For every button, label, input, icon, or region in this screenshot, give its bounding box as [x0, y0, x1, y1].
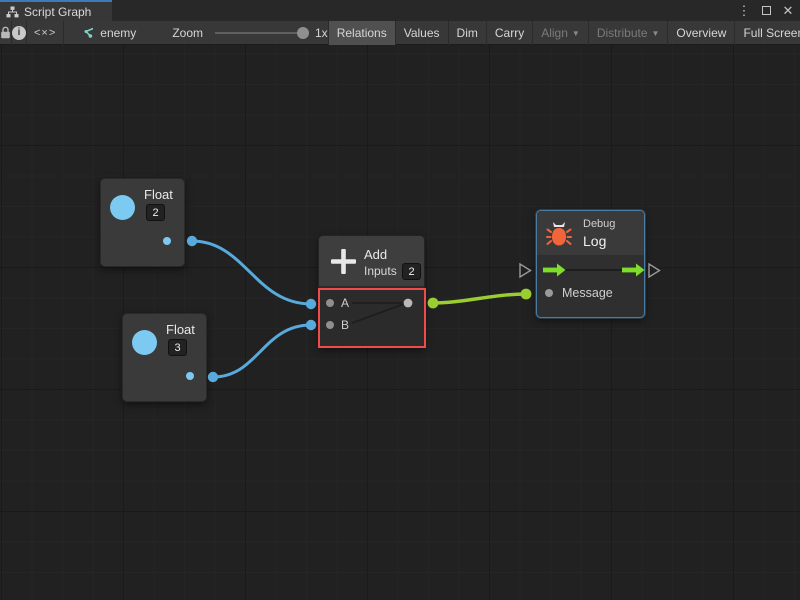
port-a-label: A: [341, 296, 349, 310]
node-title: Float: [144, 187, 173, 202]
float-value-icon: [110, 195, 135, 220]
zoom-slider[interactable]: [215, 32, 307, 34]
info-icon: i: [12, 26, 26, 40]
zoom-control: Zoom 1x: [172, 26, 327, 40]
node-title: Log: [583, 233, 606, 249]
wire-float1-to-add-a[interactable]: [192, 241, 311, 304]
full-screen-button[interactable]: Full Screen: [734, 21, 800, 45]
lock-icon: [0, 26, 11, 39]
float-value-icon: [132, 330, 157, 355]
message-port-label: Message: [562, 286, 613, 300]
chevron-down-icon: ▼: [652, 29, 660, 38]
bug-icon: [546, 220, 572, 247]
graph-canvas[interactable]: Float 2 Float 3 Add Inputs 2: [0, 45, 800, 600]
close-icon[interactable]: ✕: [780, 3, 796, 19]
distribute-label: Distribute: [597, 26, 648, 40]
lock-button[interactable]: [0, 21, 12, 45]
zoom-label: Zoom: [172, 26, 203, 40]
maximize-icon[interactable]: [758, 3, 774, 19]
tab-script-graph[interactable]: Script Graph: [0, 0, 112, 21]
chevron-down-icon: ▼: [572, 29, 580, 38]
float-node-2[interactable]: Float 3: [122, 313, 207, 402]
code-toggle-button[interactable]: <×>: [27, 21, 64, 45]
values-button[interactable]: Values: [395, 21, 448, 45]
float-value-input[interactable]: 3: [168, 339, 187, 356]
menu-dots-icon[interactable]: ⋮: [736, 3, 752, 19]
wire-endpoint: [428, 298, 439, 309]
wire-add-to-debug-message[interactable]: [433, 294, 526, 303]
wire-endpoint: [306, 299, 316, 309]
inputs-label: Inputs: [364, 264, 397, 278]
port-b-label: B: [341, 318, 349, 332]
graph-hierarchy-icon: [6, 6, 19, 18]
zoom-slider-handle[interactable]: [297, 27, 309, 39]
wire-float2-to-add-b[interactable]: [213, 325, 311, 377]
inputs-count-input[interactable]: 2: [402, 263, 421, 280]
graph-toolbar: i <×> enemy Zoom 1x Relations Values: [0, 21, 800, 45]
float-node-1[interactable]: Float 2: [100, 178, 185, 267]
carry-button[interactable]: Carry: [486, 21, 532, 45]
add-node[interactable]: Add Inputs 2: [318, 235, 425, 348]
zoom-value: 1x: [315, 26, 328, 40]
relations-button[interactable]: Relations: [328, 21, 395, 45]
distribute-button: Distribute ▼: [588, 21, 668, 45]
node-group-label: Debug: [583, 218, 615, 230]
debug-log-node[interactable]: Debug Log: [536, 210, 645, 318]
tab-bar: Script Graph ⋮ ✕: [0, 0, 800, 21]
toolbar-buttons: Relations Values Dim Carry Align ▼ Distr…: [328, 21, 800, 45]
graph-name-label: enemy: [100, 26, 136, 40]
graph-pointer-icon: [82, 27, 95, 39]
align-button: Align ▼: [532, 21, 588, 45]
wire-endpoint: [521, 289, 532, 300]
dim-button[interactable]: Dim: [448, 21, 486, 45]
overview-button[interactable]: Overview: [667, 21, 734, 45]
plus-icon: [330, 248, 357, 275]
wire-endpoint: [306, 320, 316, 330]
flow-input-triangle-icon[interactable]: [520, 264, 531, 277]
code-toggle-icon: <×>: [34, 27, 56, 39]
float-value-input[interactable]: 2: [146, 204, 165, 221]
align-label: Align: [541, 26, 568, 40]
wire-endpoint: [187, 236, 197, 246]
tab-title: Script Graph: [24, 5, 91, 19]
flow-output-triangle-icon[interactable]: [649, 264, 660, 277]
info-button[interactable]: i: [12, 21, 27, 45]
window-controls: ⋮ ✕: [736, 0, 796, 21]
script-graph-window: Script Graph ⋮ ✕ i <×>: [0, 0, 800, 600]
graph-reference[interactable]: enemy: [82, 26, 136, 40]
node-title: Float: [166, 322, 195, 337]
node-title: Add: [364, 247, 387, 262]
wire-endpoint: [208, 372, 218, 382]
